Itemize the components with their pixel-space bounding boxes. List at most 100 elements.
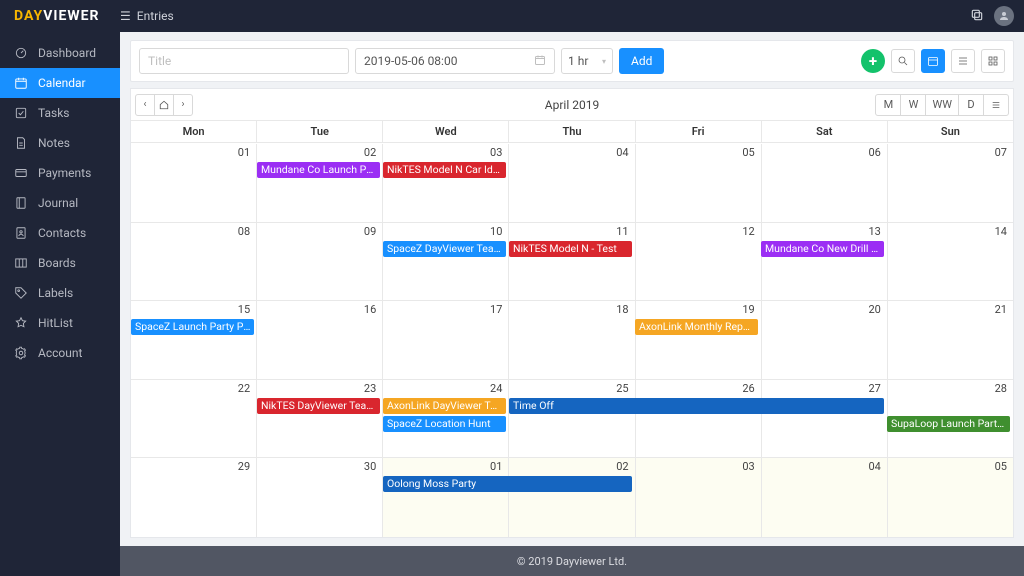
sidebar-item-dashboard[interactable]: Dashboard <box>0 38 120 68</box>
day-number: 25 <box>616 382 628 395</box>
day-cell[interactable]: 11 <box>508 223 634 301</box>
day-number: 12 <box>742 225 754 238</box>
sidebar-item-labels[interactable]: Labels <box>0 278 120 308</box>
sidebar-item-journal[interactable]: Journal <box>0 188 120 218</box>
day-cell[interactable]: 01 <box>382 458 508 537</box>
event-item[interactable]: NikTES Model N - Test <box>509 241 632 257</box>
day-cell[interactable]: 01 <box>131 144 256 222</box>
view-btn-list[interactable] <box>983 94 1009 116</box>
day-cell[interactable]: 10 <box>382 223 508 301</box>
day-cell[interactable]: 27 <box>761 380 887 458</box>
day-number: 26 <box>742 382 754 395</box>
dow-mon: Mon <box>131 121 256 142</box>
day-of-week-header: MonTueWedThuFriSatSun <box>131 121 1013 143</box>
sidebar-item-label: Journal <box>38 196 78 210</box>
event-item[interactable]: NikTES Model N Car Ideas <box>383 162 506 178</box>
prev-button[interactable]: ‹ <box>135 94 155 116</box>
day-cell[interactable]: 02 <box>508 458 634 537</box>
day-cell[interactable]: 25 <box>508 380 634 458</box>
main: 2019-05-06 08:00 1 hr ▾ Add + ‹ › <box>120 32 1024 576</box>
tasks-icon <box>14 106 28 120</box>
event-item[interactable]: Time Off <box>509 398 884 414</box>
day-cell[interactable]: 02 <box>256 144 382 222</box>
sidebar-item-hitlist[interactable]: HitList <box>0 308 120 338</box>
event-item[interactable]: NikTES DayViewer Team Room <box>257 398 380 414</box>
event-item[interactable]: SpaceZ Location Hunt <box>383 416 506 432</box>
day-cell[interactable]: 05 <box>887 458 1013 537</box>
event-item[interactable]: Oolong Moss Party <box>383 476 632 492</box>
day-cell[interactable]: 07 <box>887 144 1013 222</box>
view-btn-ww[interactable]: WW <box>925 94 959 116</box>
day-cell[interactable]: 06 <box>761 144 887 222</box>
sidebar-item-calendar[interactable]: Calendar <box>0 68 120 98</box>
toolbar: 2019-05-06 08:00 1 hr ▾ Add + <box>130 40 1014 82</box>
sidebar-item-label: Contacts <box>38 226 86 240</box>
sidebar-item-payments[interactable]: Payments <box>0 158 120 188</box>
labels-icon <box>14 286 28 300</box>
sidebar-item-tasks[interactable]: Tasks <box>0 98 120 128</box>
day-cell[interactable]: 15 <box>131 301 256 379</box>
day-cell[interactable]: 14 <box>887 223 1013 301</box>
grid-view-button[interactable] <box>981 49 1005 73</box>
day-cell[interactable]: 03 <box>635 458 761 537</box>
day-cell[interactable]: 08 <box>131 223 256 301</box>
day-cell[interactable]: 30 <box>256 458 382 537</box>
day-cell[interactable]: 18 <box>508 301 634 379</box>
today-button[interactable] <box>154 94 174 116</box>
duration-select[interactable]: 1 hr ▾ <box>561 48 613 74</box>
search-button[interactable] <box>891 49 915 73</box>
new-entry-button[interactable]: + <box>861 49 885 73</box>
event-item[interactable]: SpaceZ Launch Party Paym... <box>131 319 254 335</box>
view-btn-m[interactable]: M <box>875 94 901 116</box>
sidebar-item-account[interactable]: Account <box>0 338 120 368</box>
calendar-view-button[interactable] <box>921 49 945 73</box>
day-number: 21 <box>995 303 1007 316</box>
week-row: 151617181920 21 SpaceZ Launch Party Paym..… <box>131 301 1013 380</box>
day-cell[interactable]: 29 <box>131 458 256 537</box>
list-view-button[interactable] <box>951 49 975 73</box>
sidebar-item-notes[interactable]: Notes <box>0 128 120 158</box>
day-cell[interactable]: 12 <box>635 223 761 301</box>
day-cell[interactable]: 05 <box>635 144 761 222</box>
notes-icon <box>14 136 28 150</box>
day-cell[interactable]: 04 <box>761 458 887 537</box>
day-number: 04 <box>616 146 628 159</box>
day-cell[interactable]: 22 <box>131 380 256 458</box>
day-number: 06 <box>868 146 880 159</box>
day-number: 10 <box>490 225 502 238</box>
day-cell[interactable]: 16 <box>256 301 382 379</box>
sidebar-item-boards[interactable]: Boards <box>0 248 120 278</box>
event-item[interactable]: SpaceZ DayViewer Team Ro... <box>383 241 506 257</box>
dow-sun: Sun <box>887 121 1013 142</box>
day-cell[interactable]: 17 <box>382 301 508 379</box>
day-cell[interactable]: 20 <box>761 301 887 379</box>
day-cell[interactable]: 21 <box>887 301 1013 379</box>
day-cell[interactable]: 13 <box>761 223 887 301</box>
title-input[interactable] <box>139 48 349 74</box>
copy-icon[interactable] <box>970 8 984 25</box>
user-avatar[interactable] <box>994 6 1014 26</box>
day-number: 11 <box>616 225 628 238</box>
view-btn-w[interactable]: W <box>900 94 926 116</box>
day-number: 14 <box>995 225 1007 238</box>
day-cell[interactable]: 19 <box>635 301 761 379</box>
day-cell[interactable]: 09 <box>256 223 382 301</box>
day-cell[interactable]: 26 <box>635 380 761 458</box>
event-item[interactable]: AxonLink DayViewer Team ... <box>383 398 506 414</box>
day-cell[interactable]: 03 <box>382 144 508 222</box>
event-item[interactable]: AxonLink Monthly Report <box>635 319 758 335</box>
day-number: 04 <box>868 460 880 473</box>
view-btn-d[interactable]: D <box>958 94 984 116</box>
day-cell[interactable]: 23 <box>256 380 382 458</box>
week-row: 22232425262728NikTES DayViewer Team Room… <box>131 380 1013 459</box>
entries-toggle[interactable]: ☰ Entries <box>120 9 174 23</box>
event-item[interactable]: Mundane Co New Drill Bit <box>761 241 884 257</box>
date-input[interactable]: 2019-05-06 08:00 <box>355 48 555 74</box>
event-item[interactable]: Mundane Co Launch Party ... <box>257 162 380 178</box>
day-cell[interactable]: 04 <box>508 144 634 222</box>
add-button[interactable]: Add <box>619 48 664 74</box>
event-item[interactable]: SupaLoop Launch Party Pa... <box>887 416 1010 432</box>
footer: © 2019 Dayviewer Ltd. <box>120 546 1024 576</box>
sidebar-item-contacts[interactable]: Contacts <box>0 218 120 248</box>
next-button[interactable]: › <box>173 94 193 116</box>
